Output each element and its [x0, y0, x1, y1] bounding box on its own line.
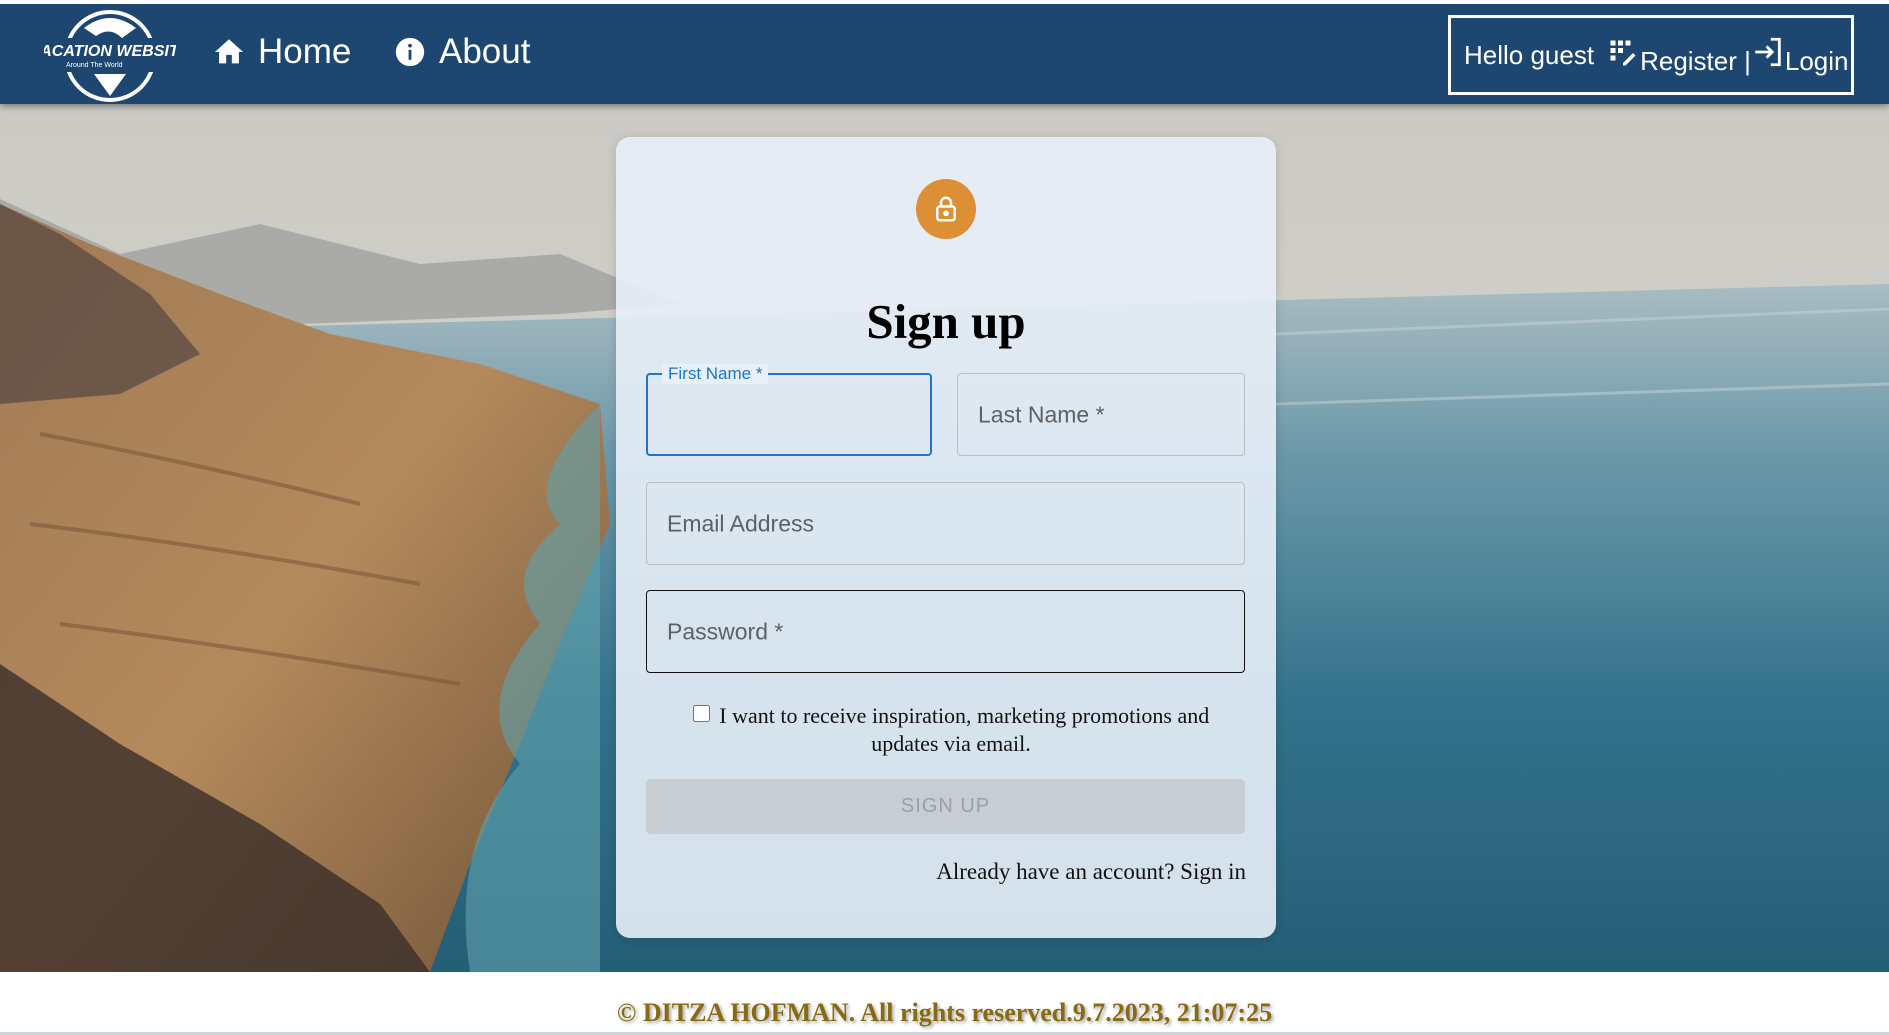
signup-title: Sign up — [866, 294, 1026, 349]
password-field[interactable]: Password * — [646, 590, 1245, 673]
copyright-text: © DITZA HOFMAN. All rights reserved.9.7.… — [616, 998, 1273, 1027]
last-name-field[interactable]: Last Name * — [957, 373, 1245, 456]
logo-subtitle: Around The World — [66, 62, 123, 69]
home-icon — [212, 35, 246, 69]
register-link[interactable]: Register | — [1640, 46, 1751, 77]
marketing-opt-in: I want to receive inspiration, marketing… — [666, 702, 1236, 758]
email-field[interactable]: Email Address — [646, 482, 1245, 565]
info-icon — [393, 35, 427, 69]
signin-link[interactable]: Already have an account? Sign in — [936, 859, 1246, 885]
register-icon[interactable] — [1608, 38, 1638, 68]
signup-card: Sign up First Name * Last Name * Email A… — [616, 137, 1276, 938]
marketing-opt-in-text: I want to receive inspiration, marketing… — [719, 703, 1210, 756]
nav-home-label: Home — [258, 32, 352, 71]
nav-about-label: About — [439, 32, 531, 71]
login-link[interactable]: Login — [1785, 46, 1849, 77]
nav-home-link[interactable]: Home — [212, 32, 351, 72]
footer: © DITZA HOFMAN. All rights reserved.9.7.… — [0, 972, 1889, 1035]
logo-title: VACATION WEBSITE — [44, 43, 176, 60]
password-placeholder: Password * — [667, 618, 784, 644]
first-name-label: First Name * — [662, 364, 769, 384]
lock-icon — [916, 179, 976, 239]
last-name-placeholder: Last Name * — [978, 401, 1105, 427]
first-name-field[interactable]: First Name * — [646, 364, 932, 456]
email-placeholder: Email Address — [667, 510, 815, 536]
signup-button[interactable]: SIGN UP — [646, 779, 1245, 834]
site-logo[interactable]: VACATION WEBSITE Around The World — [31, 8, 191, 104]
login-icon[interactable] — [1751, 35, 1785, 69]
marketing-checkbox[interactable] — [692, 705, 710, 722]
user-panel: Hello guest Register | Login — [1448, 15, 1854, 95]
nav-about-link[interactable]: About — [393, 32, 530, 72]
user-greeting: Hello guest — [1464, 39, 1595, 70]
top-navbar: VACATION WEBSITE Around The World Home A… — [0, 0, 1889, 104]
